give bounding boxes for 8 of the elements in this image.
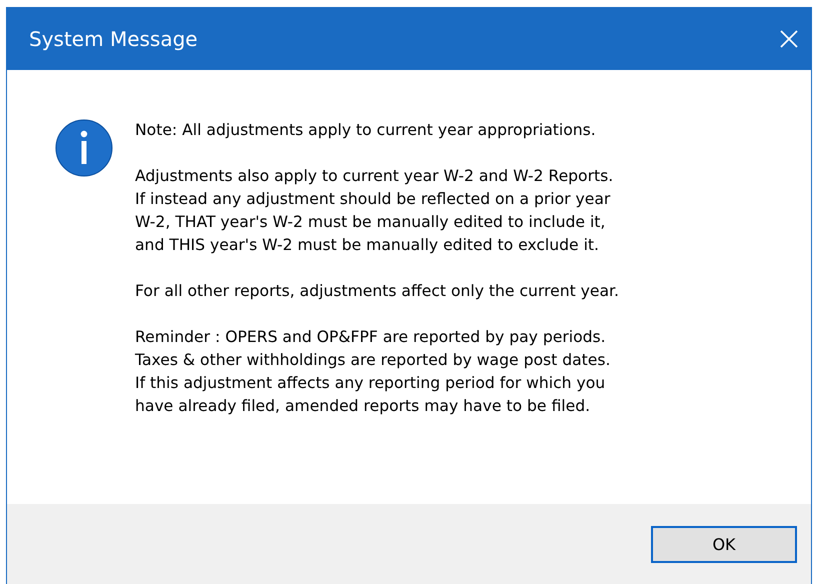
- ok-button[interactable]: OK: [651, 526, 797, 562]
- close-icon[interactable]: [779, 29, 799, 49]
- message-paragraph: Reminder : OPERS and OP&FPF are reported by pay periods. Taxes & other withholdings are reported by wage post dates. If this adjustment affects any reporting period for which you have already filed, amended reports may have to be filed.: [135, 327, 612, 417]
- window-title: System Message: [29, 27, 198, 51]
- message-paragraph: For all other reports, adjustments affect only the current year.: [135, 281, 619, 302]
- message-paragraph: Note: All adjustments apply to current year appropriations.: [135, 120, 597, 141]
- info-icon: [55, 119, 113, 177]
- message-paragraph: Adjustments also apply to current year W-2 and W-2 Reports. If instead any adjustment should be reflected on a prior year W-2, THAT year's W-2 must be manually edited to include it, and THIS year's W-2 must be manually edited to exclude it.: [135, 166, 614, 256]
